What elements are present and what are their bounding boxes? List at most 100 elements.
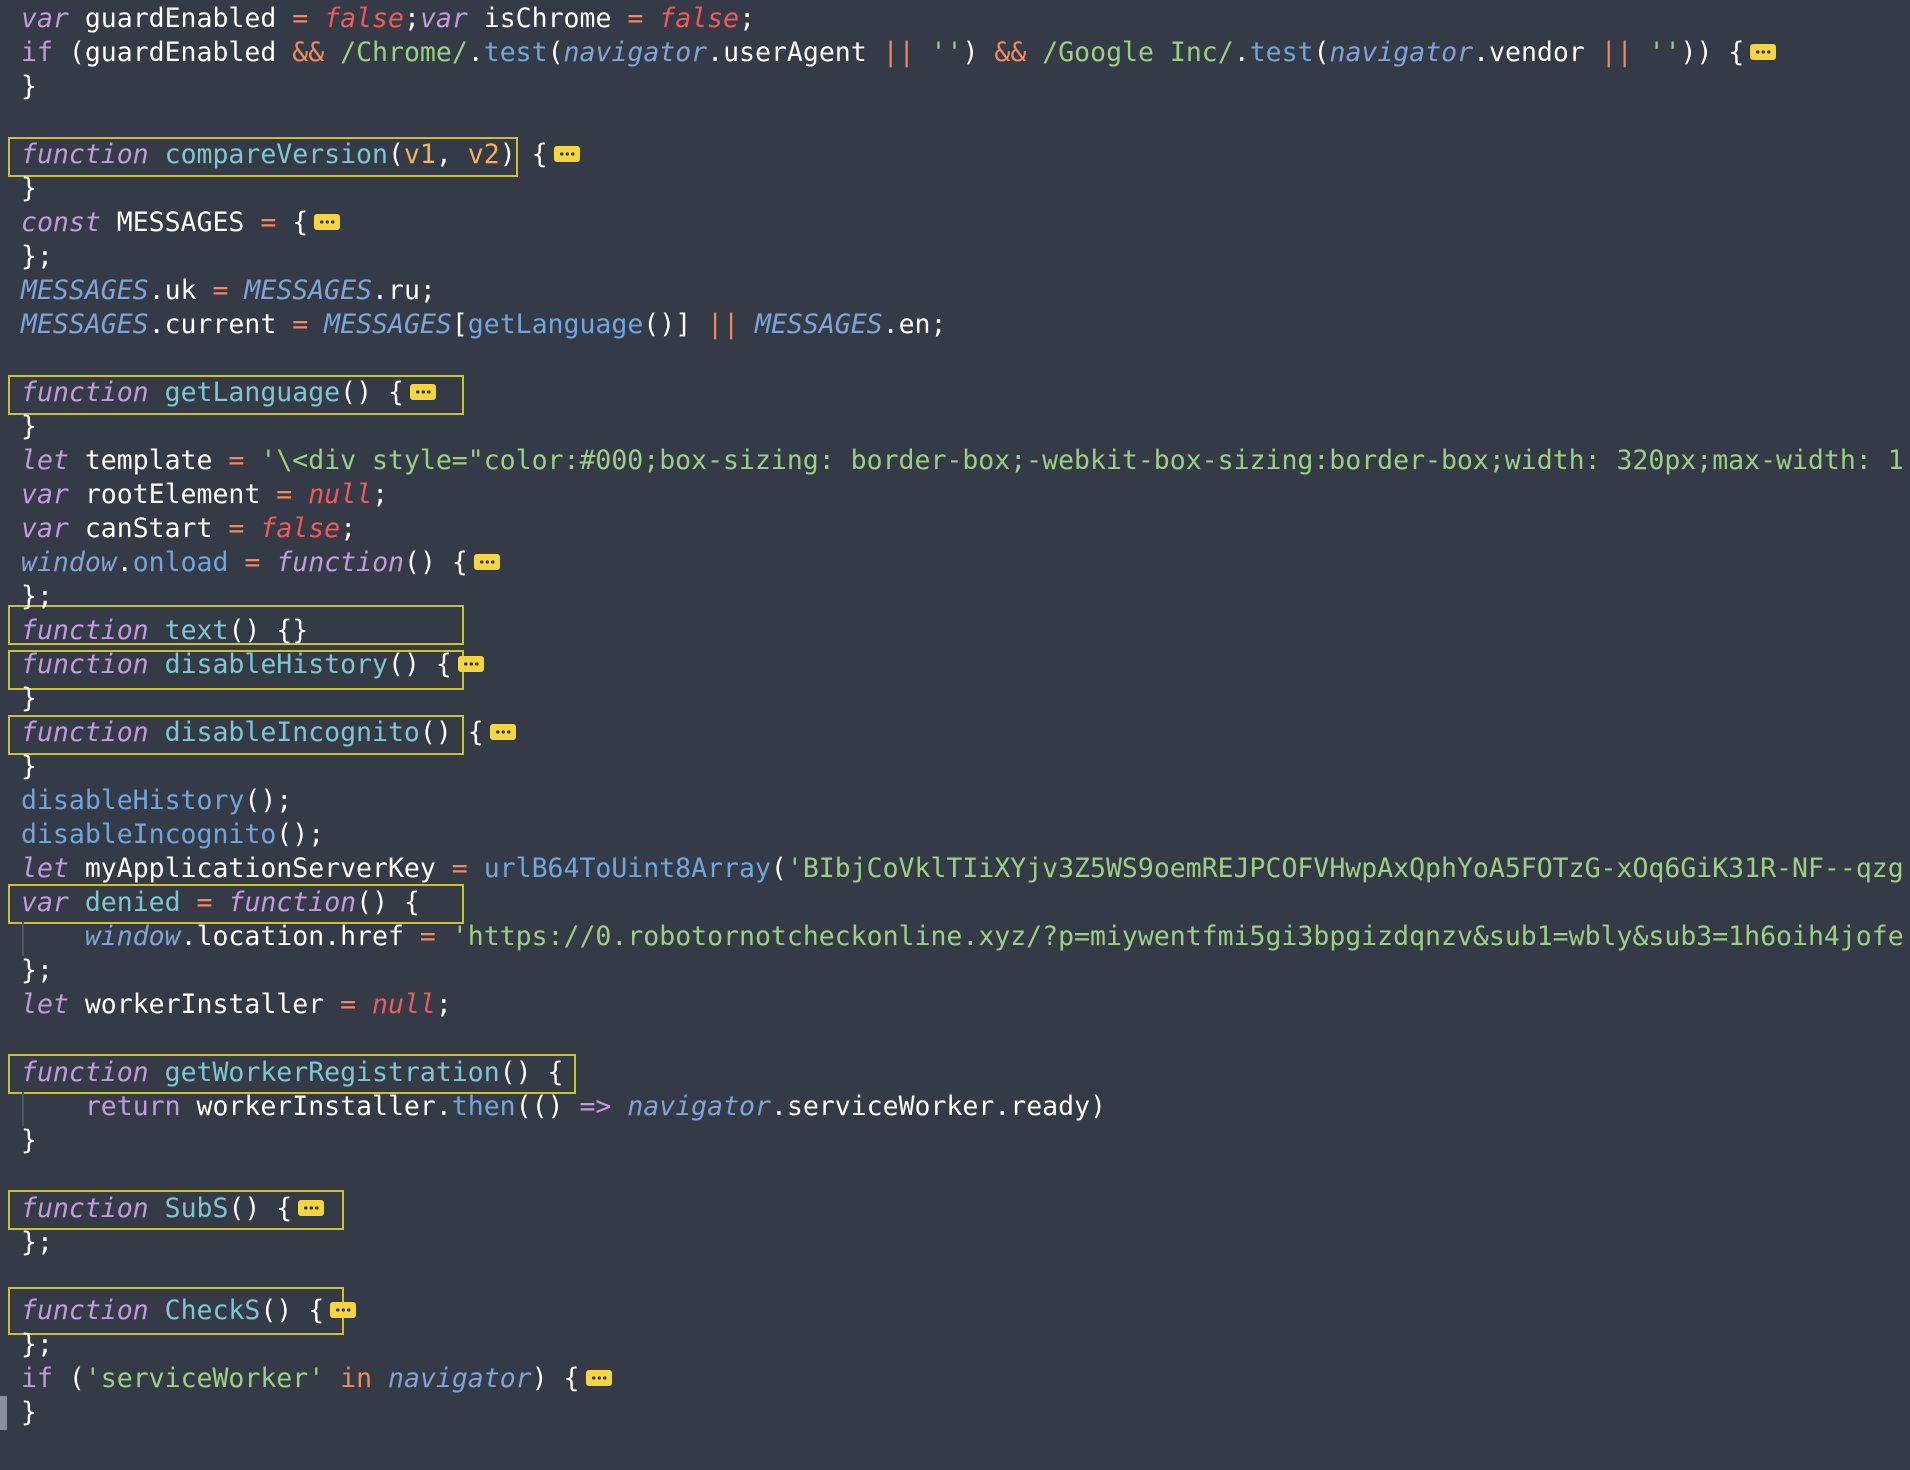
code-line[interactable]: MESSAGES.current = MESSAGES[getLanguage(… [21,308,946,342]
code-line[interactable]: }; [21,240,53,274]
code-line[interactable]: } [21,410,37,444]
code-token: false [260,513,341,544]
code-line[interactable]: disableIncognito(); [21,818,324,852]
code-token: then [451,1091,516,1122]
code-token: const [21,207,101,238]
code-line[interactable]: }; [21,1328,53,1362]
code-line[interactable]: } [21,1124,37,1158]
code-line[interactable]: }; [21,954,53,988]
code-token: if [21,1363,53,1394]
code-token: workerInstaller. [180,1091,452,1122]
code-token: onload [132,547,229,578]
code-token: let [21,989,69,1020]
code-token: ( [52,1363,85,1394]
code-token: getLanguage [164,377,341,408]
code-token: null [372,989,436,1020]
code-line[interactable]: disableHistory(); [21,784,292,818]
code-token: .ru; [372,275,436,306]
code-line[interactable]: function getWorkerRegistration() { [21,1056,563,1090]
code-token: disableHistory [21,785,245,816]
fold-ellipsis-icon[interactable] [489,723,516,740]
code-token: var [419,3,468,34]
code-token: }; [21,581,53,612]
fold-ellipsis-icon[interactable] [1750,43,1777,60]
code-line[interactable]: function SubS() { [21,1192,325,1226]
code-token: getLanguage [467,309,644,340]
code-line[interactable]: var guardEnabled = false;var isChrome = … [21,2,755,36]
code-line[interactable]: } [21,172,37,206]
code-token: function [21,649,149,680]
fold-ellipsis-icon[interactable] [330,1301,357,1318]
code-line[interactable]: let template = '\<div style="color:#000;… [21,444,1904,478]
code-token: v2 [467,139,500,170]
code-line[interactable]: } [21,682,37,716]
code-token: .current [148,309,293,340]
code-token: urlB64ToUint8Array [483,853,771,884]
code-token: } [21,411,37,442]
code-line[interactable]: const MESSAGES = { [21,206,341,240]
fold-ellipsis-icon[interactable] [473,553,500,570]
code-line[interactable]: MESSAGES.uk = MESSAGES.ru; [21,274,436,308]
code-token: }; [21,1227,53,1258]
fold-ellipsis-icon[interactable] [553,145,580,162]
code-line[interactable]: function disableHistory() { [21,648,484,682]
fold-ellipsis-icon[interactable] [314,213,341,230]
code-token: MESSAGES [244,275,373,306]
code-line[interactable]: function disableIncognito() { [21,716,516,750]
fold-ellipsis-icon[interactable] [298,1199,325,1216]
code-token: .en; [882,309,947,340]
code-token: = [260,207,277,238]
code-token: () { [228,1193,293,1224]
code-token: { [276,207,309,238]
fold-ellipsis-icon[interactable] [585,1369,612,1386]
code-line[interactable]: var rootElement = null; [21,478,388,512]
code-line[interactable]: var denied = function() { [21,886,420,920]
code-token: 'BIbjCoVklTIiXYjv3Z5WS9oemREJPCOFVHwpAxQ… [786,853,1904,884]
code-line[interactable]: var canStart = false; [21,512,356,546]
code-token: = [228,513,245,544]
code-line[interactable]: function text() {} [21,614,308,648]
code-token: CheckS [164,1295,261,1326]
code-token: 'serviceWorker' [84,1363,325,1394]
code-line[interactable]: let myApplicationServerKey = urlB64ToUin… [21,852,1904,886]
code-token: .userAgent [707,37,883,68]
code-line[interactable]: }; [21,580,53,614]
code-token: disableIncognito [164,717,420,748]
code-line[interactable]: } [21,750,37,784]
code-token: if [21,37,53,68]
code-token: text [164,615,229,646]
code-line[interactable]: if ('serviceWorker' in navigator) { [21,1362,612,1396]
code-token: v1 [403,139,436,170]
code-line[interactable]: return workerInstaller.then(() => naviga… [21,1090,1106,1124]
code-line[interactable]: function CheckS() { [21,1294,357,1328]
code-line[interactable]: let workerInstaller = null; [21,988,452,1022]
code-token: function [276,547,404,578]
code-line[interactable]: function compareVersion(v1, v2) { [21,138,580,172]
code-line[interactable]: window.location.href = 'https://0.roboto… [21,920,1904,954]
code-token: function [21,1295,149,1326]
code-line[interactable]: if (guardEnabled && /Chrome/.test(naviga… [21,36,1777,70]
fold-ellipsis-icon[interactable] [457,655,484,672]
code-line[interactable]: } [21,70,37,104]
code-token: test [1249,37,1314,68]
code-token: navigator [388,1363,532,1394]
code-token: || [707,309,740,340]
code-line[interactable]: function getLanguage() { [21,376,436,410]
code-line[interactable]: window.onload = function() { [21,546,500,580]
code-token: var [21,3,69,34]
code-editor[interactable]: var guardEnabled = false;var isChrome = … [0,0,1910,1470]
code-token: ( [1313,37,1330,68]
code-line[interactable]: } [21,1396,37,1430]
code-line[interactable]: }; [21,1226,53,1260]
fold-ellipsis-icon[interactable] [409,383,436,400]
code-token: /Chrome/ [340,37,468,68]
